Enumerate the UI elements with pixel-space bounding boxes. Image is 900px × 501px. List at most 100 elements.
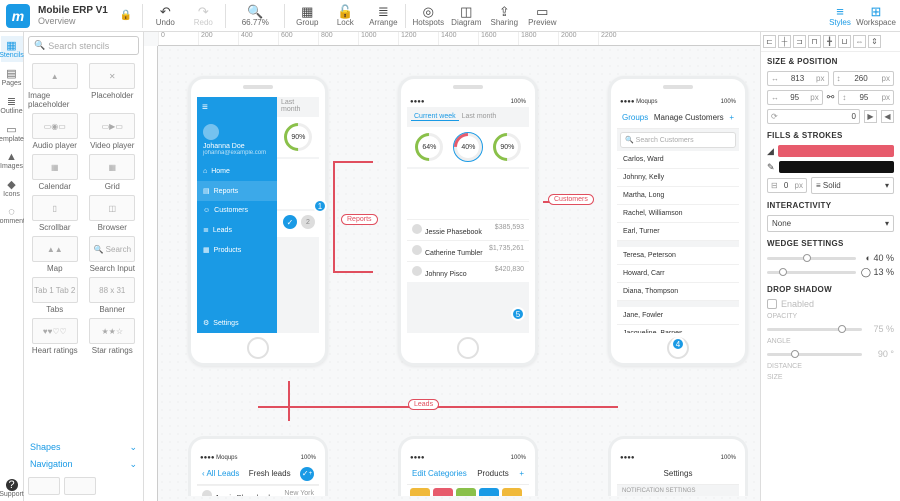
- stencil-thumb[interactable]: [28, 477, 60, 495]
- align-middle-button[interactable]: ╋: [823, 35, 836, 48]
- chevron-down-icon: ⌄: [129, 442, 137, 453]
- stencil-audio-player[interactable]: ▭◉▭Audio player: [26, 111, 84, 152]
- align-bottom-button[interactable]: ⊔: [838, 35, 851, 48]
- hamburger-icon: ≡: [197, 97, 277, 118]
- rail-templates[interactable]: ▭Templates: [1, 120, 23, 146]
- stroke-swatch[interactable]: [779, 161, 894, 173]
- zoom-control[interactable]: 🔍66.77%: [230, 1, 280, 31]
- wedge-slider-a[interactable]: [767, 257, 856, 260]
- lock-button[interactable]: 🔓Lock: [327, 1, 363, 31]
- stroke-style-select[interactable]: ≡ Solid▾: [811, 177, 894, 194]
- hotspot-badge: 1: [313, 199, 327, 213]
- category-shapes[interactable]: Shapes⌄: [24, 439, 143, 456]
- stencil-search[interactable]: 🔍 Search stencils: [28, 36, 139, 55]
- canvas[interactable]: Reports Customers Leads ≡ Johanna Doe j: [158, 46, 760, 501]
- stroke-width[interactable]: ⊟0px: [767, 178, 807, 193]
- stencil-image-placeholder[interactable]: ▲Image placeholder: [26, 61, 84, 111]
- prop-y[interactable]: ↕260px: [833, 71, 895, 86]
- sharing-button[interactable]: ⇪Sharing: [486, 1, 522, 31]
- wedge-slider-b[interactable]: [767, 271, 856, 274]
- rail-images[interactable]: ▲Images: [1, 148, 23, 173]
- workspace-button[interactable]: ⊞Workspace: [858, 1, 894, 31]
- shadow-enabled-checkbox[interactable]: [767, 299, 777, 309]
- menu-leads: ≣Leads: [197, 220, 277, 240]
- home-button-icon: [247, 337, 269, 359]
- align-left-button[interactable]: ⊏: [763, 35, 776, 48]
- stencil-star-ratings[interactable]: ★★☆Star ratings: [84, 316, 142, 357]
- rail-support[interactable]: ?Support: [1, 476, 23, 501]
- interactivity-select[interactable]: None▾: [767, 215, 894, 232]
- chevron-down-icon: ▾: [885, 181, 889, 190]
- ruler-vertical: [144, 46, 158, 501]
- nav-drawer: ≡ Johanna Doe johanna@example.com ⌂Home …: [197, 97, 277, 333]
- stroke-icon: ✎: [767, 162, 775, 173]
- fill-icon: ◢: [767, 146, 774, 157]
- opacity-slider[interactable]: [767, 328, 862, 331]
- category-navigation[interactable]: Navigation⌄: [24, 456, 143, 473]
- mockup-phone-settings[interactable]: ●●●●100% Settings NOTIFICATION SETTINGS …: [608, 436, 748, 496]
- mockup-phone-leads[interactable]: ●●●● Moqups100% ‹ All LeadsFresh leads✓+…: [188, 436, 328, 496]
- stencil-banner[interactable]: 88 x 31Banner: [84, 275, 142, 316]
- align-right-button[interactable]: ⊐: [793, 35, 806, 48]
- align-top-button[interactable]: ⊓: [808, 35, 821, 48]
- stencil-panel: 🔍 Search stencils ▲Image placeholder✕Pla…: [24, 32, 144, 501]
- undo-button[interactable]: ↶Undo: [147, 1, 183, 31]
- rail-comments[interactable]: ◌Comments: [1, 203, 23, 228]
- flip-v-button[interactable]: ◀: [881, 110, 894, 123]
- redo-button[interactable]: ↷Redo: [185, 1, 221, 31]
- hotspots-button[interactable]: ◎Hotspots: [410, 1, 446, 31]
- stencil-calendar[interactable]: ▦Calendar: [26, 152, 84, 193]
- hotspot-badge: 4: [671, 337, 685, 351]
- prop-rotation[interactable]: ⟳0: [767, 109, 860, 124]
- menu-products: ▦Products: [197, 240, 277, 260]
- doc-subtitle: Overview: [38, 16, 108, 26]
- stencil-video-player[interactable]: ▭▶▭Video player: [84, 111, 142, 152]
- app-logo[interactable]: m: [6, 4, 30, 28]
- fill-swatch[interactable]: [778, 145, 894, 157]
- stencil-placeholder[interactable]: ✕Placeholder: [84, 61, 142, 111]
- rail-icons[interactable]: ◆Icons: [1, 175, 23, 201]
- stencil-heart-ratings[interactable]: ♥♥♡♡Heart ratings: [26, 316, 84, 357]
- left-rail: ▦Stencils ▤Pages ≣Outline ▭Templates ▲Im…: [0, 32, 24, 501]
- chevron-down-icon: ▾: [885, 219, 889, 228]
- preview-button[interactable]: ▭Preview: [524, 1, 560, 31]
- canvas-wrap: 0200400600800100012001400160018002000220…: [144, 32, 760, 501]
- prop-h[interactable]: ↕95px: [838, 90, 894, 105]
- home-button-icon: [457, 337, 479, 359]
- arrange-button[interactable]: ≣Arrange: [365, 1, 401, 31]
- group-button[interactable]: ▦Group: [289, 1, 325, 31]
- avatar: [203, 124, 219, 140]
- mockup-phone-2[interactable]: ●●●●100% Current weekLast month 64% 40% …: [398, 76, 538, 366]
- mockup-phone-1[interactable]: ≡ Johanna Doe johanna@example.com ⌂Home …: [188, 76, 328, 366]
- stencil-scrollbar[interactable]: ▯Scrollbar: [26, 193, 84, 234]
- stencil-thumb[interactable]: [64, 477, 96, 495]
- stencil-grid[interactable]: ▦Grid: [84, 152, 142, 193]
- align-center-button[interactable]: ┼: [778, 35, 791, 48]
- section-interactivity: INTERACTIVITY: [761, 196, 900, 213]
- properties-panel: ⊏ ┼ ⊐ ⊓ ╋ ⊔ ⇔ ⇕ SIZE & POSITION ↔813px ↕…: [760, 32, 900, 501]
- stencil-tabs[interactable]: Tab 1 Tab 2Tabs: [26, 275, 84, 316]
- diagram-button[interactable]: ◫Diagram: [448, 1, 484, 31]
- mockup-phone-products[interactable]: ●●●●100% Edit CategoriesProducts+: [398, 436, 538, 496]
- distribute-v-button[interactable]: ⇕: [868, 35, 881, 48]
- flip-h-button[interactable]: ▶: [864, 110, 877, 123]
- stencil-search-input[interactable]: 🔍 SearchSearch Input: [84, 234, 142, 275]
- stencil-browser[interactable]: ◫Browser: [84, 193, 142, 234]
- stencil-map[interactable]: ▲▲Map: [26, 234, 84, 275]
- link-icon[interactable]: ⚯: [827, 92, 835, 103]
- section-size-position: SIZE & POSITION: [761, 52, 900, 69]
- prop-w[interactable]: ↔95px: [767, 90, 823, 105]
- flow-label-customers: Customers: [548, 194, 594, 205]
- mockup-phone-3[interactable]: ●●●● Moqups100% GroupsManage Customers+ …: [608, 76, 748, 366]
- rail-pages[interactable]: ▤Pages: [1, 64, 23, 90]
- topbar: m Mobile ERP V1 Overview 🔒 ↶Undo ↷Redo 🔍…: [0, 0, 900, 32]
- prop-x[interactable]: ↔813px: [767, 71, 829, 86]
- menu-customers: ☺Customers: [197, 201, 277, 220]
- section-shadow: DROP SHADOW: [761, 280, 900, 297]
- distribute-h-button[interactable]: ⇔: [853, 35, 866, 48]
- rail-outline[interactable]: ≣Outline: [1, 92, 23, 118]
- flow-label-reports: Reports: [341, 214, 378, 225]
- styles-button[interactable]: ≡Styles: [822, 1, 858, 31]
- angle-slider[interactable]: [767, 353, 862, 356]
- rail-stencils[interactable]: ▦Stencils: [1, 36, 23, 62]
